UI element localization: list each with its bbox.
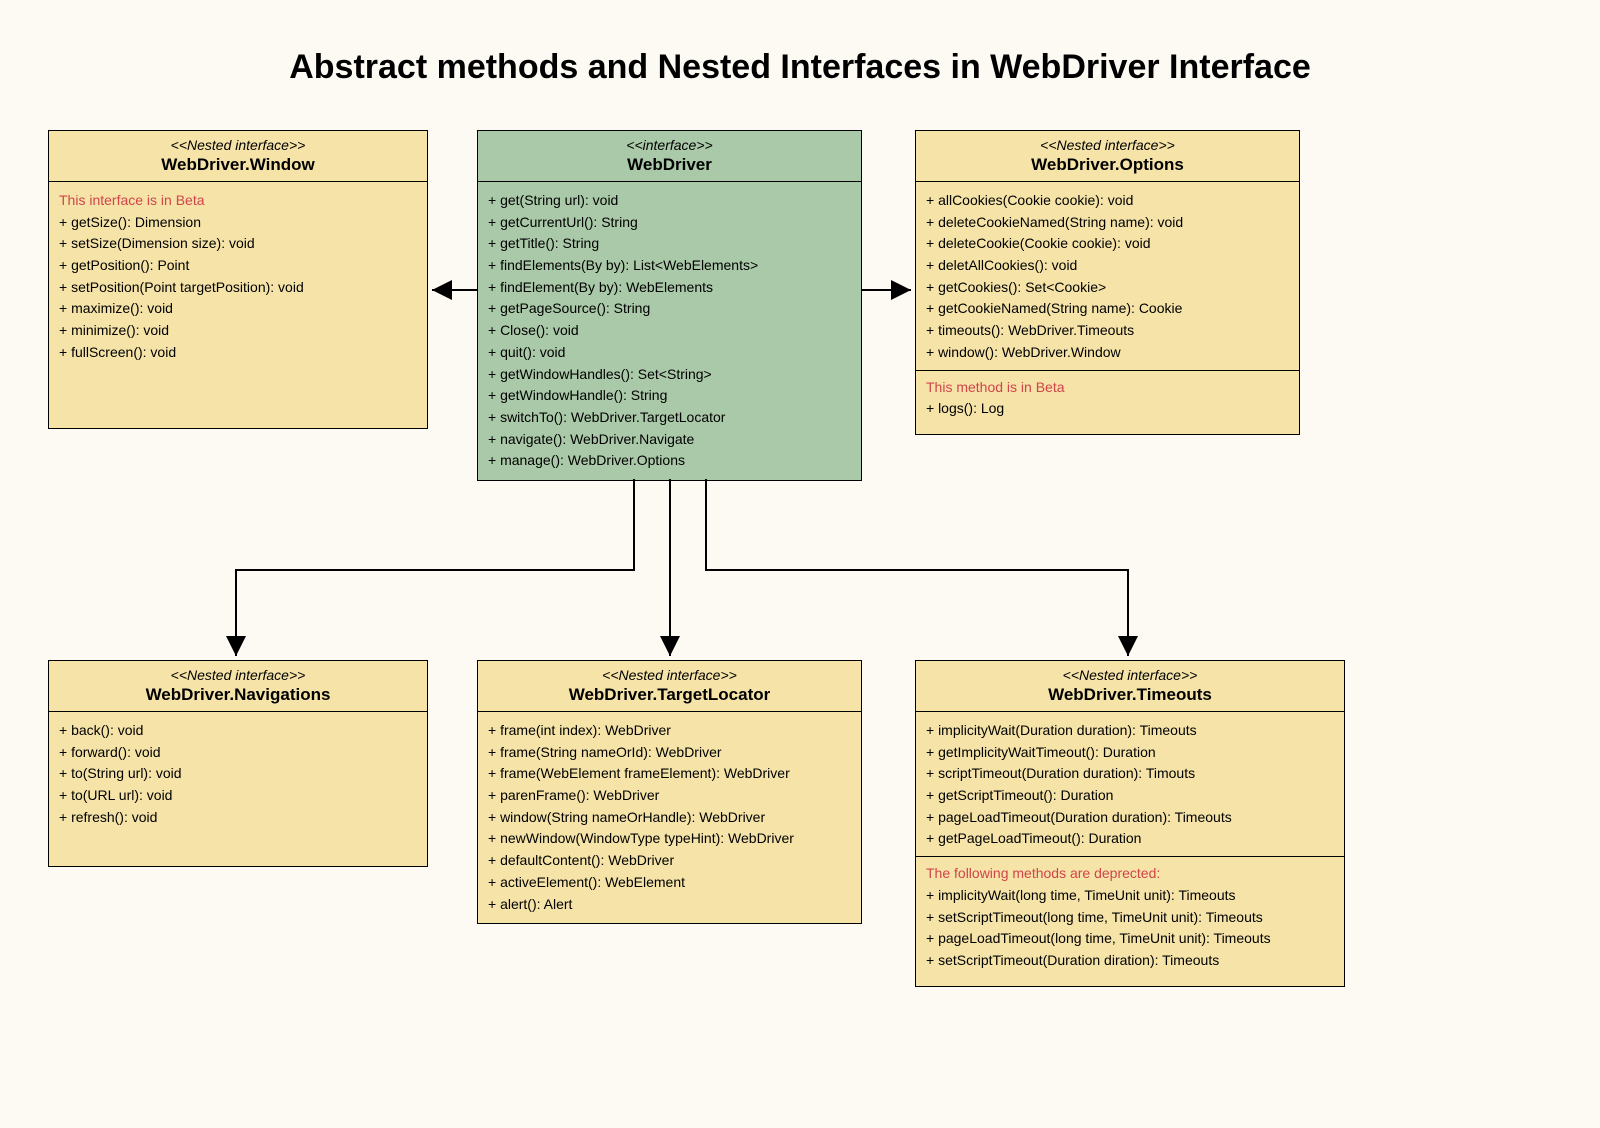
method: + window(String nameOrHandle): WebDriver (488, 807, 851, 829)
box-nav: <<Nested interface>> WebDriver.Navigatio… (48, 660, 428, 867)
method: + deletAllCookies(): void (926, 255, 1289, 277)
box-target-body: + frame(int index): WebDriver + frame(St… (478, 712, 861, 923)
method: + to(URL url): void (59, 785, 417, 807)
box-target-name: WebDriver.TargetLocator (486, 685, 853, 705)
box-options: <<Nested interface>> WebDriver.Options +… (915, 130, 1300, 435)
box-nav-body: + back(): void + forward(): void + to(St… (49, 712, 427, 866)
box-timeouts-header: <<Nested interface>> WebDriver.Timeouts (916, 661, 1344, 712)
method: + getCurrentUrl(): String (488, 212, 851, 234)
method: + timeouts(): WebDriver.Timeouts (926, 320, 1289, 342)
method: + allCookies(Cookie cookie): void (926, 190, 1289, 212)
method: + quit(): void (488, 342, 851, 364)
method: + setPosition(Point targetPosition): voi… (59, 277, 417, 299)
box-webdriver-header: <<interface>> WebDriver (478, 131, 861, 182)
method: + maximize(): void (59, 298, 417, 320)
box-options-header: <<Nested interface>> WebDriver.Options (916, 131, 1299, 182)
method: + setScriptTimeout(Duration diration): T… (926, 950, 1334, 972)
box-timeouts: <<Nested interface>> WebDriver.Timeouts … (915, 660, 1345, 987)
box-timeouts-warn: The following methods are deprected: (926, 863, 1334, 885)
box-window-body: This interface is in Beta + getSize(): D… (49, 182, 427, 428)
box-target-header: <<Nested interface>> WebDriver.TargetLoc… (478, 661, 861, 712)
box-options-name: WebDriver.Options (924, 155, 1291, 175)
method: + pageLoadTimeout(long time, TimeUnit un… (926, 928, 1334, 950)
method: + forward(): void (59, 742, 417, 764)
method: + to(String url): void (59, 763, 417, 785)
method: + getPageLoadTimeout(): Duration (926, 828, 1334, 850)
method: + findElement(By by): WebElements (488, 277, 851, 299)
box-window-stereo: <<Nested interface>> (57, 137, 419, 153)
method: + implicityWait(Duration duration): Time… (926, 720, 1334, 742)
method: + getCookieNamed(String name): Cookie (926, 298, 1289, 320)
method: + getPosition(): Point (59, 255, 417, 277)
box-nav-name: WebDriver.Navigations (57, 685, 419, 705)
method: + deleteCookie(Cookie cookie): void (926, 233, 1289, 255)
box-options-warn: This method is in Beta (926, 377, 1289, 399)
method: + alert(): Alert (488, 894, 851, 916)
method: + setScriptTimeout(long time, TimeUnit u… (926, 907, 1334, 929)
box-webdriver-body: + get(String url): void + getCurrentUrl(… (478, 182, 861, 480)
method: + pageLoadTimeout(Duration duration): Ti… (926, 807, 1334, 829)
box-webdriver-name: WebDriver (486, 155, 853, 175)
method: + frame(WebElement frameElement): WebDri… (488, 763, 851, 785)
box-timeouts-name: WebDriver.Timeouts (924, 685, 1336, 705)
method: + switchTo(): WebDriver.TargetLocator (488, 407, 851, 429)
method: + getWindowHandle(): String (488, 385, 851, 407)
method: + setSize(Dimension size): void (59, 233, 417, 255)
box-nav-header: <<Nested interface>> WebDriver.Navigatio… (49, 661, 427, 712)
method: + logs(): Log (926, 398, 1289, 420)
method: + navigate(): WebDriver.Navigate (488, 429, 851, 451)
method: + Close(): void (488, 320, 851, 342)
method: + fullScreen(): void (59, 342, 417, 364)
box-target-stereo: <<Nested interface>> (486, 667, 853, 683)
diagram-title: Abstract methods and Nested Interfaces i… (0, 48, 1600, 87)
box-options-body: + allCookies(Cookie cookie): void + dele… (916, 182, 1299, 434)
method: + implicityWait(long time, TimeUnit unit… (926, 885, 1334, 907)
box-webdriver-stereo: <<interface>> (486, 137, 853, 153)
method: + getWindowHandles(): Set<String> (488, 364, 851, 386)
method: + scriptTimeout(Duration duration): Timo… (926, 763, 1334, 785)
box-target: <<Nested interface>> WebDriver.TargetLoc… (477, 660, 862, 924)
box-window-header: <<Nested interface>> WebDriver.Window (49, 131, 427, 182)
method: + frame(String nameOrId): WebDriver (488, 742, 851, 764)
method: + back(): void (59, 720, 417, 742)
method: + getSize(): Dimension (59, 212, 417, 234)
method: + manage(): WebDriver.Options (488, 450, 851, 472)
box-timeouts-body: + implicityWait(Duration duration): Time… (916, 712, 1344, 986)
method: + deleteCookieNamed(String name): void (926, 212, 1289, 234)
method: + refresh(): void (59, 807, 417, 829)
method: + getPageSource(): String (488, 298, 851, 320)
box-window-name: WebDriver.Window (57, 155, 419, 175)
box-nav-stereo: <<Nested interface>> (57, 667, 419, 683)
method: + newWindow(WindowType typeHint): WebDri… (488, 828, 851, 850)
box-window-warn: This interface is in Beta (59, 190, 417, 212)
method: + frame(int index): WebDriver (488, 720, 851, 742)
box-webdriver: <<interface>> WebDriver + get(String url… (477, 130, 862, 481)
method: + minimize(): void (59, 320, 417, 342)
method: + window(): WebDriver.Window (926, 342, 1289, 364)
method: + findElements(By by): List<WebElements> (488, 255, 851, 277)
method: + getImplicityWaitTimeout(): Duration (926, 742, 1334, 764)
box-window: <<Nested interface>> WebDriver.Window Th… (48, 130, 428, 429)
method: + parenFrame(): WebDriver (488, 785, 851, 807)
box-options-stereo: <<Nested interface>> (924, 137, 1291, 153)
method: + activeElement(): WebElement (488, 872, 851, 894)
method: + get(String url): void (488, 190, 851, 212)
method: + defaultContent(): WebDriver (488, 850, 851, 872)
method: + getCookies(): Set<Cookie> (926, 277, 1289, 299)
box-timeouts-stereo: <<Nested interface>> (924, 667, 1336, 683)
method: + getTitle(): String (488, 233, 851, 255)
method: + getScriptTimeout(): Duration (926, 785, 1334, 807)
